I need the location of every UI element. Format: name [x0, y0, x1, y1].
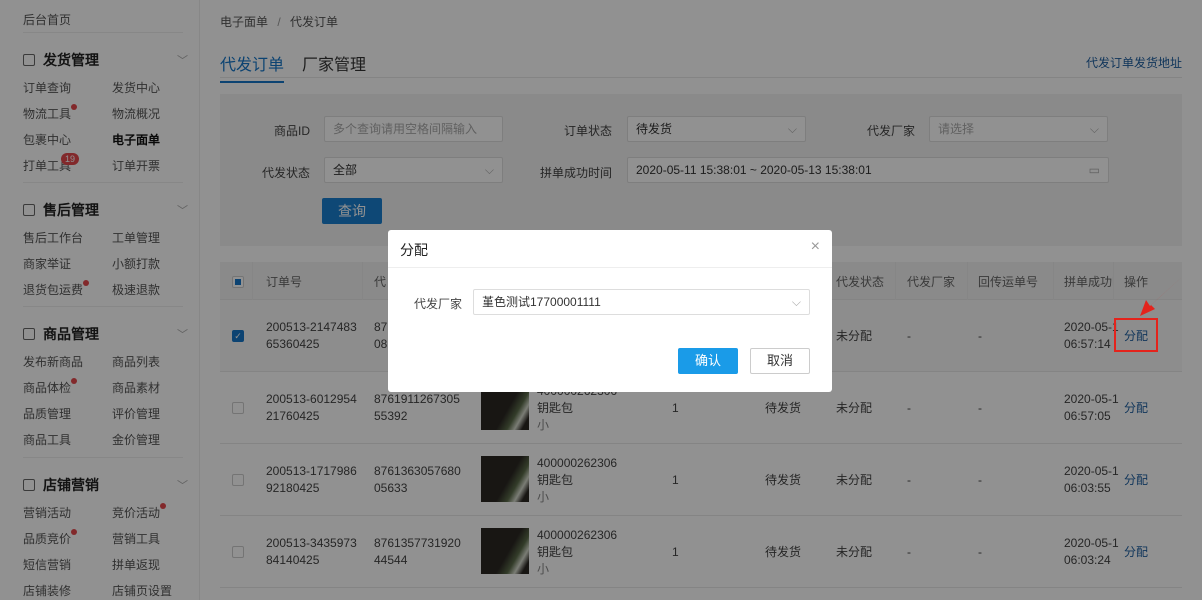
annotation-arrow-icon	[1140, 276, 1183, 316]
assign-dialog: 分配 × 代发厂家 堇色测试17700001111 ⌵ 确认 取消	[388, 230, 832, 392]
confirm-button[interactable]: 确认	[678, 348, 738, 374]
dialog-title: 分配	[400, 242, 428, 258]
chevron-down-icon: ⌵	[791, 295, 801, 309]
factory-field-select[interactable]: 堇色测试17700001111 ⌵	[473, 289, 810, 315]
factory-field-label: 代发厂家	[414, 297, 463, 311]
factory-field-value: 堇色测试17700001111	[482, 295, 601, 309]
dialog-divider	[388, 267, 832, 268]
cancel-button[interactable]: 取消	[750, 348, 810, 374]
close-icon[interactable]: ×	[811, 238, 820, 256]
